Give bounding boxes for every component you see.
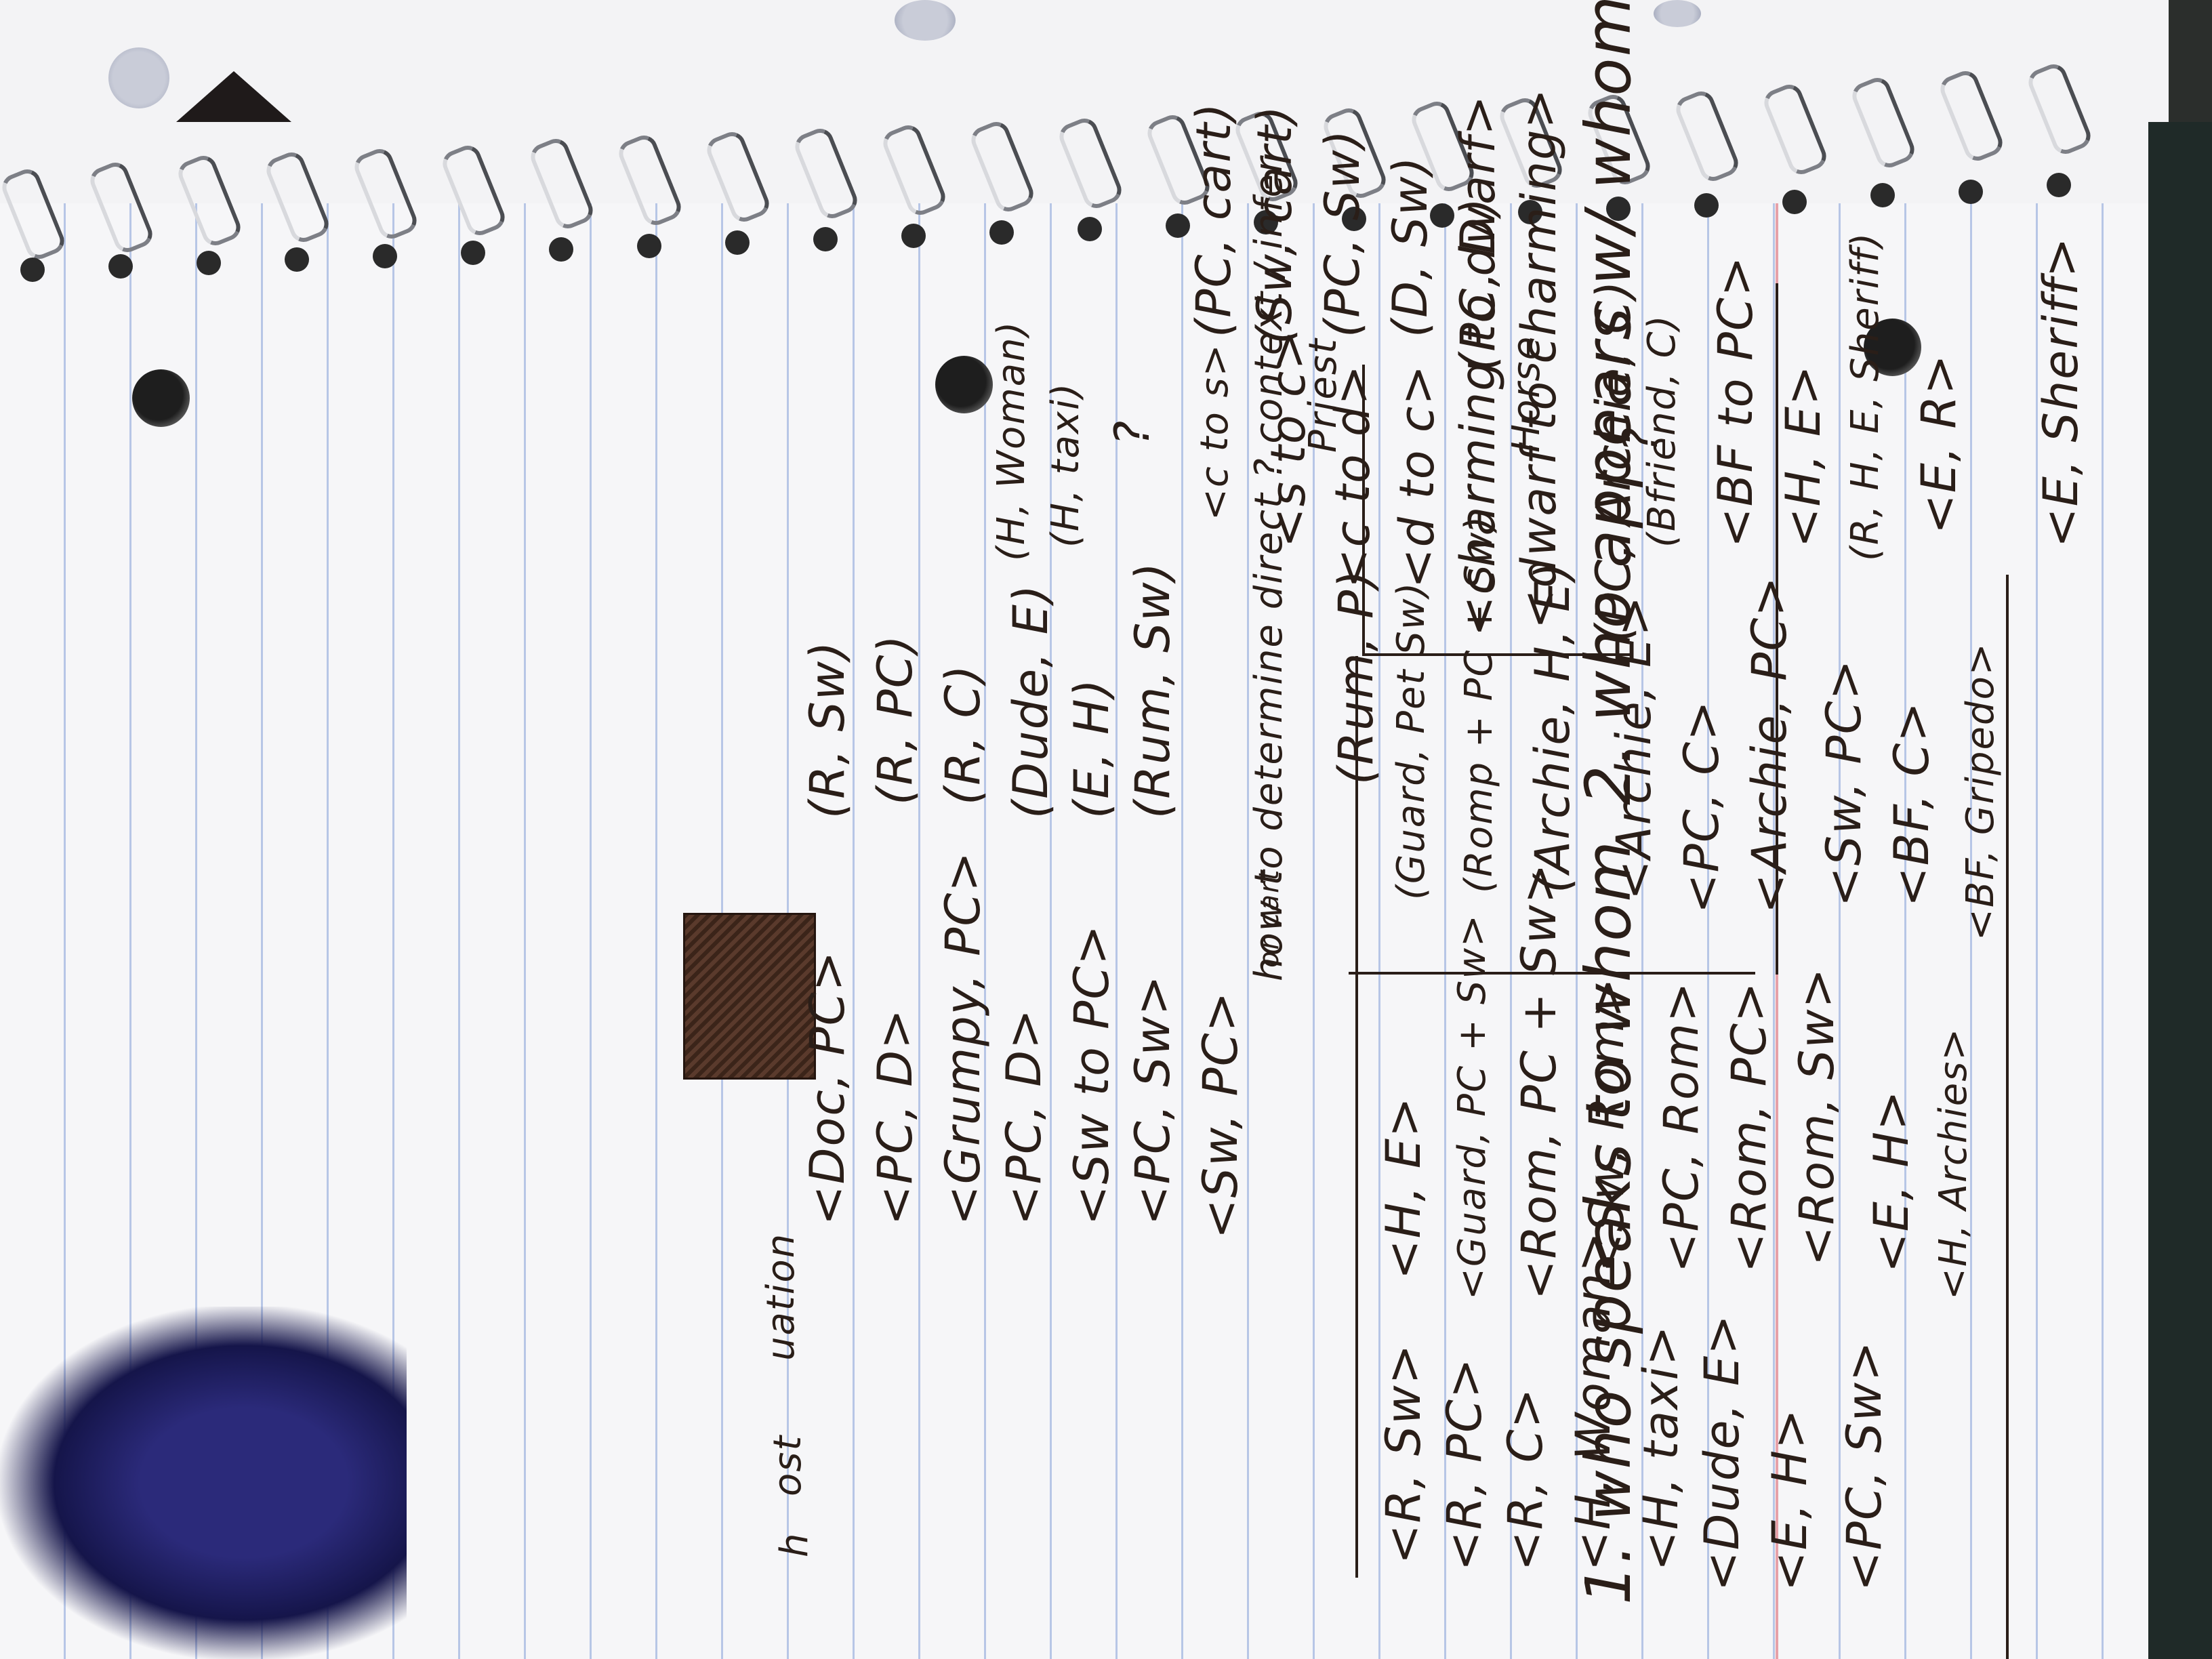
left-list-item: <PC, D> <box>867 1008 923 1225</box>
grid-cell: <H, E> <box>1776 364 1831 548</box>
right-list-item: (R, Sw) <box>800 640 855 819</box>
grid-cell: <H, Archies> <box>1931 1027 1975 1300</box>
grid-cell: <H, E> <box>1376 1096 1431 1279</box>
grid-cell: (Archie, H, E) <box>1525 560 1580 893</box>
grid-cell: (Guard, Pet Sw) <box>1389 581 1433 900</box>
grid-cell: <Archie, PC> <box>1742 575 1797 914</box>
appears-with-item: (D, Sw) <box>1382 155 1438 337</box>
grid-cell: <R, PC> <box>1437 1357 1492 1571</box>
appears-with-item: (PC, D) <box>1450 196 1506 371</box>
grid-cell: <BF, C> <box>1884 701 1940 907</box>
speaks-to-item: <c to s> <box>1193 343 1237 520</box>
grid-cell: <Rom, Sw> <box>1789 966 1845 1266</box>
right-note: (H, taxi) <box>1044 382 1088 548</box>
side-note: Horse <box>1504 335 1549 453</box>
speaks-to-item: <d to c> <box>1389 364 1445 588</box>
grid-cell: <PC, Rom> <box>1654 981 1709 1273</box>
left-list-item: <Doc, PC> <box>800 949 855 1225</box>
grid-cell: <E, Sheriff> <box>2033 236 2089 548</box>
side-note: Priest <box>1301 337 1345 453</box>
left-list-item: <Sw to PC> <box>1064 924 1120 1225</box>
right-list-item: (R, PC) <box>867 634 923 805</box>
grid-cell: (Bfriend, C) <box>1640 314 1684 548</box>
handwritten-notes: 1. who speaks to whom 2. who appears w/ … <box>0 0 2212 1659</box>
ink-doodle <box>0 1307 407 1659</box>
grid-cell: <Guard, PC + Sw> <box>1450 914 1494 1300</box>
ink-box-doodle <box>683 913 816 1080</box>
grid-cell: <BF, Gripedo> <box>1959 642 2003 941</box>
grid-cell: <Rom, PC + Sw> <box>1511 862 1567 1300</box>
right-list-item: (Dude, E) <box>1003 583 1059 819</box>
grid-cell: <Sw, PC> <box>1816 658 1872 907</box>
grid-cell: <Dude, E> <box>1694 1313 1750 1591</box>
grid-cell: (R, H, E, Sheriff) <box>1843 231 1887 561</box>
appears-with-item: (PC, Sw) <box>1315 129 1370 337</box>
margin-word: h <box>773 1532 817 1558</box>
grid-cell: <E, H> <box>1864 1089 1919 1273</box>
left-list-item: <Sw, PC> <box>1193 990 1248 1239</box>
grid-cell: <E, R> <box>1911 353 1967 534</box>
grid-cell: (Romp + PC + Sw) <box>1457 514 1501 893</box>
margin-word: uation <box>759 1232 803 1361</box>
grid-cell: <Rom, PC> <box>1721 981 1777 1273</box>
grid-cell: <PC, C> <box>1674 699 1729 914</box>
right-list-item: (R, C) <box>935 663 991 805</box>
notebook-photo: 1. who speaks to whom 2. who appears w/ … <box>0 0 2212 1659</box>
context-line: how to determine direct ? context / infe… <box>1247 155 1291 981</box>
grid-cell: <H, Woman> <box>1565 1231 1621 1571</box>
left-list-item: <PC, Sw> <box>1125 974 1181 1225</box>
appears-with-item: (PC, cart) <box>1186 102 1242 337</box>
grid-line <box>1355 656 1358 1578</box>
right-list-item: (E, H) <box>1064 678 1120 819</box>
grid-cell: <PC, Sw> <box>1837 1340 1892 1591</box>
left-list-item: <Grumpy, PC> <box>935 851 991 1225</box>
left-list-item: <PC, D> <box>996 1008 1052 1225</box>
margin-word: ost <box>766 1434 810 1496</box>
right-note: (H, Woman) <box>989 320 1033 561</box>
question-mark-2: ? <box>1105 419 1160 446</box>
grid-cell: <Sw, Rom> <box>1579 977 1635 1273</box>
right-list-item: (Rum, Sw) <box>1125 561 1181 819</box>
grid-cell: <BF to PC> <box>1708 255 1763 548</box>
grid-cell: <R, C> <box>1498 1387 1553 1571</box>
grid-cell: <H, taxi> <box>1633 1324 1689 1571</box>
grid-cell: <E, H> <box>1762 1408 1818 1591</box>
grid-cell: <R, Sw> <box>1376 1343 1431 1564</box>
grid-line <box>2006 575 2009 1659</box>
grid-cell: <Archie, E> <box>1606 594 1662 900</box>
grid-cell: (PC, Archie, C) <box>1586 279 1641 642</box>
